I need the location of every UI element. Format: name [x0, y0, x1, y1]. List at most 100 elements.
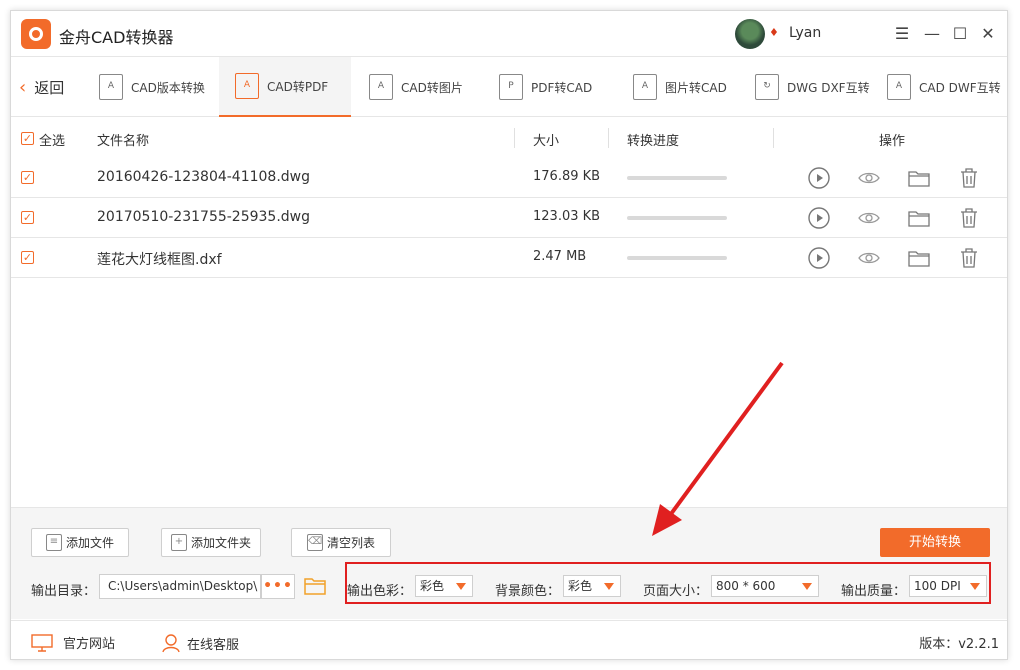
pdf-file-icon: A: [235, 73, 259, 99]
minimize-button[interactable]: —: [921, 23, 943, 45]
add-folder-button[interactable]: + 添加文件夹: [161, 528, 261, 557]
file-name: 20160426-123804-41108.dwg: [97, 169, 311, 185]
preview-eye-icon[interactable]: [857, 206, 881, 230]
page-size-label: 页面大小：: [643, 584, 709, 599]
tool-cad-to-image[interactable]: A CAD转图片: [369, 57, 489, 117]
official-website-label: 官方网站: [63, 637, 116, 652]
app-window: 金舟CAD转换器 ♦ Lyan ☰ — ☐ ✕ ‹ 返回 A CAD版本转换 A CA…: [10, 10, 1008, 660]
back-button[interactable]: ‹ 返回: [19, 77, 64, 98]
row-checkbox[interactable]: ✓: [21, 171, 34, 184]
add-folder-label: 添加文件夹: [190, 536, 251, 550]
table-row: ✓ 莲花大灯线框图.dxf 2.47 MB: [11, 238, 1007, 278]
column-divider: [773, 128, 774, 148]
tool-label: PDF转CAD: [531, 80, 593, 95]
column-divider: [514, 128, 515, 148]
trash-icon[interactable]: [957, 206, 981, 230]
image-file-icon: A: [633, 74, 657, 100]
quality-value: 100 DPI: [914, 579, 961, 593]
tool-cad-dwf[interactable]: A CAD DWF互转: [887, 57, 1007, 117]
bottom-panel: ≡ 添加文件 + 添加文件夹 ⌫ 清空列表 开始转换 输出目录： C:\Users\a…: [11, 507, 1007, 619]
color-label: 输出色彩：: [347, 584, 413, 599]
table-row: ✓ 20160426-123804-41108.dwg 176.89 KB: [11, 158, 1007, 198]
page-size-select[interactable]: 800 * 600: [711, 575, 819, 597]
play-icon[interactable]: [807, 206, 831, 230]
col-size: 大小: [533, 134, 560, 149]
browse-dots-button[interactable]: •••: [261, 574, 295, 599]
row-checkbox[interactable]: ✓: [21, 251, 34, 264]
maximize-button[interactable]: ☐: [949, 23, 971, 45]
column-divider: [608, 128, 609, 148]
app-title: 金舟CAD转换器: [59, 28, 174, 47]
file-size: 123.03 KB: [533, 209, 601, 224]
preview-eye-icon[interactable]: [857, 166, 881, 190]
bg-color-select[interactable]: 彩色: [563, 575, 621, 597]
trash-icon[interactable]: [957, 246, 981, 270]
tool-label: 图片转CAD: [665, 80, 727, 95]
quality-select[interactable]: 100 DPI: [909, 575, 987, 597]
monitor-icon: [31, 633, 53, 652]
add-file-icon: ≡: [45, 534, 62, 551]
customer-service-icon: [162, 634, 180, 653]
back-label: 返回: [34, 79, 65, 97]
dropdown-arrow-icon: [970, 583, 980, 590]
trash-icon[interactable]: [957, 166, 981, 190]
start-convert-button[interactable]: 开始转换: [880, 528, 990, 557]
progress-bar: [627, 256, 727, 260]
folder-icon[interactable]: [907, 206, 931, 230]
table-row: ✓ 20170510-231755-25935.dwg 123.03 KB: [11, 198, 1007, 238]
trash-icon: ⌫: [306, 534, 323, 551]
play-icon[interactable]: [807, 246, 831, 270]
clear-list-button[interactable]: ⌫ 清空列表: [291, 528, 391, 557]
file-list-empty-area[interactable]: [11, 278, 1007, 506]
vip-badge-icon: ♦: [769, 26, 779, 39]
color-value: 彩色: [420, 579, 445, 593]
select-all-label[interactable]: 全选: [39, 130, 65, 149]
play-icon[interactable]: [807, 166, 831, 190]
footer: 官方网站 在线客服 版本：v2.2.1: [11, 620, 1007, 660]
preview-eye-icon[interactable]: [857, 246, 881, 270]
dropdown-arrow-icon: [456, 583, 466, 590]
tool-dwg-dxf[interactable]: ↻ DWG DXF互转: [755, 57, 875, 117]
tool-label: DWG DXF互转: [787, 80, 870, 95]
color-select[interactable]: 彩色: [415, 575, 473, 597]
select-all-checkbox[interactable]: ✓: [21, 132, 34, 145]
online-service-link[interactable]: 在线客服: [161, 633, 239, 653]
page-size-value: 800 * 600: [716, 579, 776, 593]
add-file-button[interactable]: ≡ 添加文件: [31, 528, 129, 557]
chevron-left-icon: ‹: [19, 77, 27, 98]
folder-icon[interactable]: [907, 246, 931, 270]
progress-bar: [627, 176, 727, 180]
function-toolbar: ‹ 返回 A CAD版本转换 A CAD转PDF A CAD转图片 P PDF转CAD A…: [11, 57, 1007, 117]
file-size: 2.47 MB: [533, 249, 587, 264]
close-button[interactable]: ✕: [977, 23, 999, 45]
menu-button[interactable]: ☰: [891, 23, 913, 45]
cad-file-icon: A: [99, 74, 123, 100]
bg-color-label: 背景颜色：: [495, 584, 561, 599]
image-file-icon: A: [369, 74, 393, 100]
online-service-label: 在线客服: [187, 637, 240, 653]
col-progress: 转换进度: [627, 134, 680, 149]
tool-label: CAD版本转换: [131, 80, 205, 95]
dropdown-arrow-icon: [604, 583, 614, 590]
app-logo-icon: [21, 19, 51, 49]
tool-cad-version[interactable]: A CAD版本转换: [99, 57, 219, 117]
official-website-link[interactable]: 官方网站: [31, 633, 115, 652]
version-text: 版本：v2.2.1: [919, 637, 999, 652]
avatar[interactable]: [735, 19, 765, 49]
username[interactable]: Lyan: [789, 25, 821, 41]
tool-cad-to-pdf[interactable]: A CAD转PDF: [219, 57, 351, 117]
output-dir-field[interactable]: C:\Users\admin\Desktop\: [99, 574, 261, 599]
row-checkbox[interactable]: ✓: [21, 211, 34, 224]
pdf-file-icon: P: [499, 74, 523, 100]
folder-icon[interactable]: [907, 166, 931, 190]
dropdown-arrow-icon: [802, 583, 812, 590]
tool-pdf-to-cad[interactable]: P PDF转CAD: [499, 57, 619, 117]
col-name: 文件名称: [97, 134, 150, 149]
bg-color-value: 彩色: [568, 579, 593, 593]
file-size: 176.89 KB: [533, 169, 601, 184]
clear-list-label: 清空列表: [326, 536, 375, 550]
col-actions: 操作: [879, 134, 906, 149]
tool-image-to-cad[interactable]: A 图片转CAD: [633, 57, 753, 117]
open-folder-icon[interactable]: [303, 574, 327, 598]
file-name: 莲花大灯线框图.dxf: [97, 252, 222, 268]
